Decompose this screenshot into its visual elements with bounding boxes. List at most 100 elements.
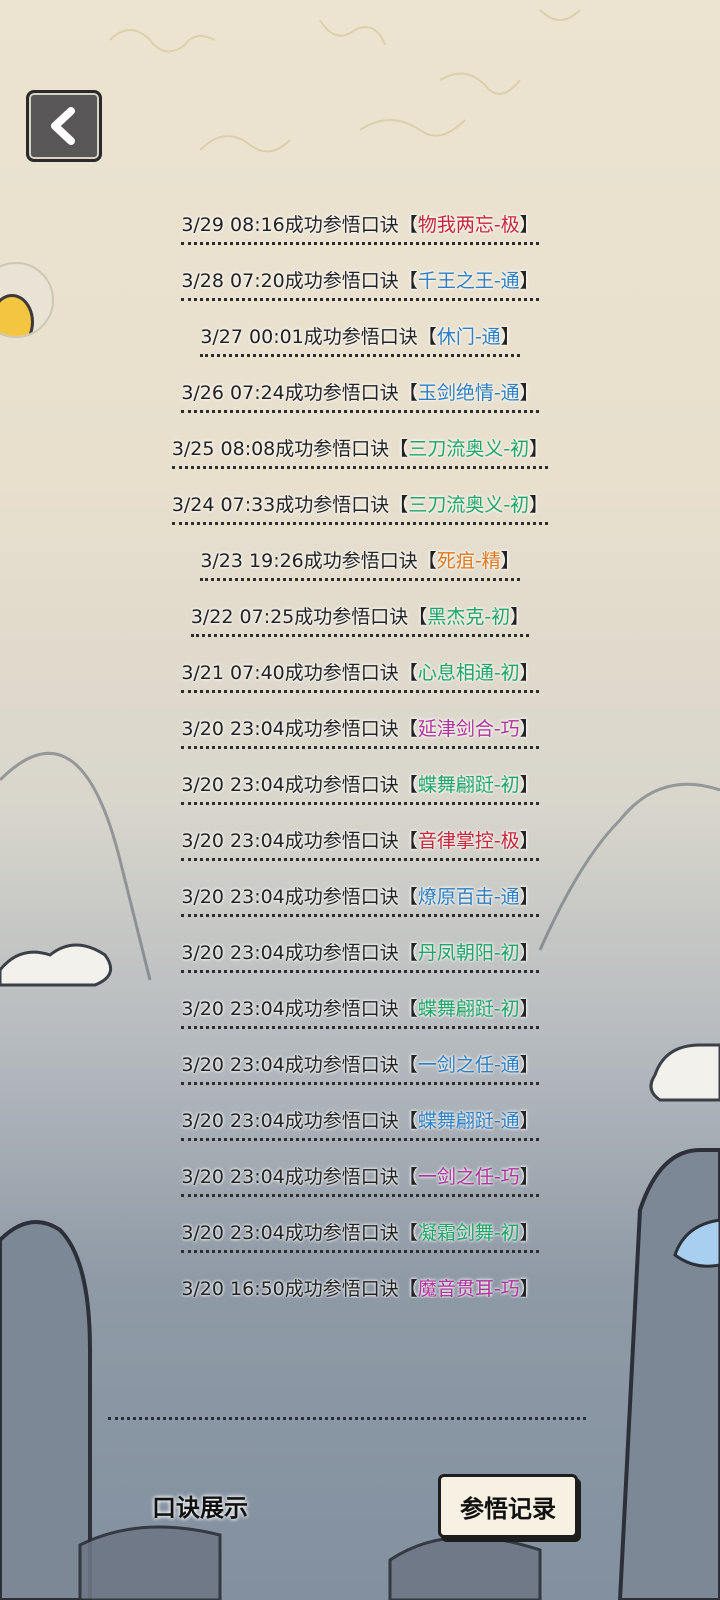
record-row: 3/20 23:04成功参悟口诀【音律掌控-极】 <box>0 814 720 870</box>
record-text: 3/20 23:04成功参悟口诀【蝶舞翩跹-初】 <box>181 982 539 1029</box>
bracket-open: 【 <box>398 662 418 684</box>
record-time: 3/24 07:33 <box>171 494 276 516</box>
record-row: 3/29 08:16成功参悟口诀【物我两忘-极】 <box>0 198 720 254</box>
record-text: 3/21 07:40成功参悟口诀【心息相通-初】 <box>181 646 539 693</box>
skill-name: 蝶舞翩跹-初 <box>417 774 520 796</box>
record-row: 3/20 23:04成功参悟口诀【蝶舞翩跹-初】 <box>0 758 720 814</box>
skill-name: 休门-通 <box>436 326 501 348</box>
record-message: 成功参悟口诀 <box>284 718 399 740</box>
bracket-open: 【 <box>398 774 418 796</box>
skill-name: 蝶舞翩跹-通 <box>417 1110 520 1132</box>
record-message: 成功参悟口诀 <box>284 830 399 852</box>
record-row: 3/20 23:04成功参悟口诀【燎原百击-通】 <box>0 870 720 926</box>
record-row: 3/20 23:04成功参悟口诀【一剑之任-通】 <box>0 1038 720 1094</box>
bracket-close: 】 <box>500 326 520 348</box>
skill-name: 一剑之任-通 <box>417 1054 520 1076</box>
record-message: 成功参悟口诀 <box>303 550 418 572</box>
record-message: 成功参悟口诀 <box>284 1110 399 1132</box>
chevron-left-icon <box>51 107 75 145</box>
record-time: 3/20 23:04 <box>181 1110 285 1132</box>
bracket-close: 】 <box>519 1222 539 1244</box>
bracket-open: 【 <box>417 550 437 572</box>
record-time: 3/20 16:50 <box>181 1278 285 1298</box>
bracket-open: 【 <box>398 830 418 852</box>
record-time: 3/20 23:04 <box>181 1222 285 1244</box>
bracket-close: 】 <box>519 942 539 964</box>
record-text: 3/20 23:04成功参悟口诀【凝霜剑舞-初】 <box>181 1206 539 1253</box>
record-message: 成功参悟口诀 <box>284 662 399 684</box>
record-row: 3/22 07:25成功参悟口诀【黑杰克-初】 <box>0 590 720 646</box>
record-time: 3/20 23:04 <box>181 886 285 908</box>
skill-name: 丹凤朝阳-初 <box>417 942 520 964</box>
skill-name: 千王之王-通 <box>417 270 520 292</box>
record-row: 3/20 23:04成功参悟口诀【丹凤朝阳-初】 <box>0 926 720 982</box>
skill-name: 黑杰克-初 <box>427 606 511 628</box>
record-row: 3/23 19:26成功参悟口诀【死疽-精】 <box>0 534 720 590</box>
record-text: 3/24 07:33成功参悟口诀【三刀流奥义-初】 <box>171 478 549 525</box>
record-text: 3/20 23:04成功参悟口诀【音律掌控-极】 <box>181 814 539 861</box>
record-message: 成功参悟口诀 <box>275 438 390 460</box>
bracket-open: 【 <box>389 494 409 516</box>
record-time: 3/22 07:25 <box>190 606 295 628</box>
bracket-open: 【 <box>398 382 418 404</box>
skill-name: 心息相通-初 <box>417 662 520 684</box>
record-list[interactable]: 3/29 08:16成功参悟口诀【物我两忘-极】 3/28 07:20 成功参悟口诀… <box>0 198 720 1298</box>
record-text: 3/20 23:04成功参悟口诀【一剑之任-巧】 <box>181 1150 539 1197</box>
record-time: 3/20 23:04 <box>181 830 285 852</box>
bracket-open: 【 <box>417 326 437 348</box>
record-text: 3/29 08:16成功参悟口诀【物我两忘-极】 <box>181 198 539 245</box>
bracket-close: 】 <box>510 606 530 628</box>
bracket-open: 【 <box>398 1054 418 1076</box>
bracket-close: 】 <box>529 494 549 516</box>
record-message: 成功参悟口诀 <box>284 998 399 1020</box>
record-message: 成功参悟口诀 <box>294 606 409 628</box>
bracket-open: 【 <box>398 1166 418 1188</box>
record-message: 成功参悟口诀 <box>303 326 418 348</box>
record-message: 成功参悟口诀 <box>275 494 390 516</box>
record-time: 3/26 07:24 <box>181 382 285 404</box>
record-text: 3/20 23:04成功参悟口诀【延津剑合-巧】 <box>181 702 539 749</box>
back-button[interactable] <box>26 90 102 162</box>
tab-comprehension-record[interactable]: 参悟记录 <box>438 1474 578 1538</box>
record-time: 3/20 23:04 <box>181 718 285 740</box>
skill-name: 燎原百击-通 <box>417 886 520 908</box>
bracket-open: 【 <box>398 214 418 236</box>
bracket-open: 【 <box>389 438 409 460</box>
record-text: 3/27 00:01成功参悟口诀【休门-通】 <box>200 310 520 357</box>
bracket-close: 】 <box>519 214 539 236</box>
bracket-close: 】 <box>519 718 539 740</box>
record-text: 3/20 23:04成功参悟口诀【丹凤朝阳-初】 <box>181 926 539 973</box>
record-time: 3/28 07:20 <box>181 270 285 292</box>
record-time: 3/23 19:26 <box>200 550 304 572</box>
bracket-open: 【 <box>398 886 418 908</box>
record-row: 3/20 23:04成功参悟口诀【延津剑合-巧】 <box>0 702 720 758</box>
skill-name: 魔音贯耳-巧 <box>417 1278 520 1298</box>
bracket-close: 】 <box>519 1054 539 1076</box>
record-message: 成功参悟口诀 <box>284 1054 399 1076</box>
record-message: 成功参悟口诀 <box>284 942 399 964</box>
record-time: 3/20 23:04 <box>181 998 285 1020</box>
bracket-open: 【 <box>398 942 418 964</box>
record-message: 成功参悟口诀 <box>284 1222 399 1244</box>
record-message: 成功参悟口诀 <box>284 1278 399 1298</box>
bracket-close: 】 <box>519 830 539 852</box>
skill-name: 三刀流奥义-初 <box>408 494 530 516</box>
record-message: 成功参悟口诀 <box>284 214 399 236</box>
bracket-close: 】 <box>519 998 539 1020</box>
record-message: 成功参悟口诀 <box>284 382 399 404</box>
bracket-close: 】 <box>500 550 520 572</box>
record-row: 3/26 07:24成功参悟口诀【玉剑绝情-通】 <box>0 366 720 422</box>
tab-mantra-display[interactable]: 口诀展示 <box>152 1488 248 1523</box>
divider <box>108 1417 586 1420</box>
record-row: 3/21 07:40成功参悟口诀【心息相通-初】 <box>0 646 720 702</box>
record-row: 3/20 23:04成功参悟口诀【蝶舞翩跹-通】 <box>0 1094 720 1150</box>
record-text: 3/23 19:26成功参悟口诀【死疽-精】 <box>200 534 520 581</box>
record-time: 3/21 07:40 <box>181 662 285 684</box>
record-time: 3/29 08:16 <box>181 214 285 236</box>
record-text: 3/20 23:04成功参悟口诀【蝶舞翩跹-通】 <box>181 1094 539 1141</box>
skill-name: 延津剑合-巧 <box>417 718 520 740</box>
record-row: 3/20 23:04成功参悟口诀【凝霜剑舞-初】 <box>0 1206 720 1262</box>
record-row: 3/20 23:04成功参悟口诀【一剑之任-巧】 <box>0 1150 720 1206</box>
record-text: 3/20 16:50成功参悟口诀【魔音贯耳-巧】 <box>181 1262 538 1298</box>
record-text: 3/22 07:25成功参悟口诀【黑杰克-初】 <box>190 590 530 637</box>
